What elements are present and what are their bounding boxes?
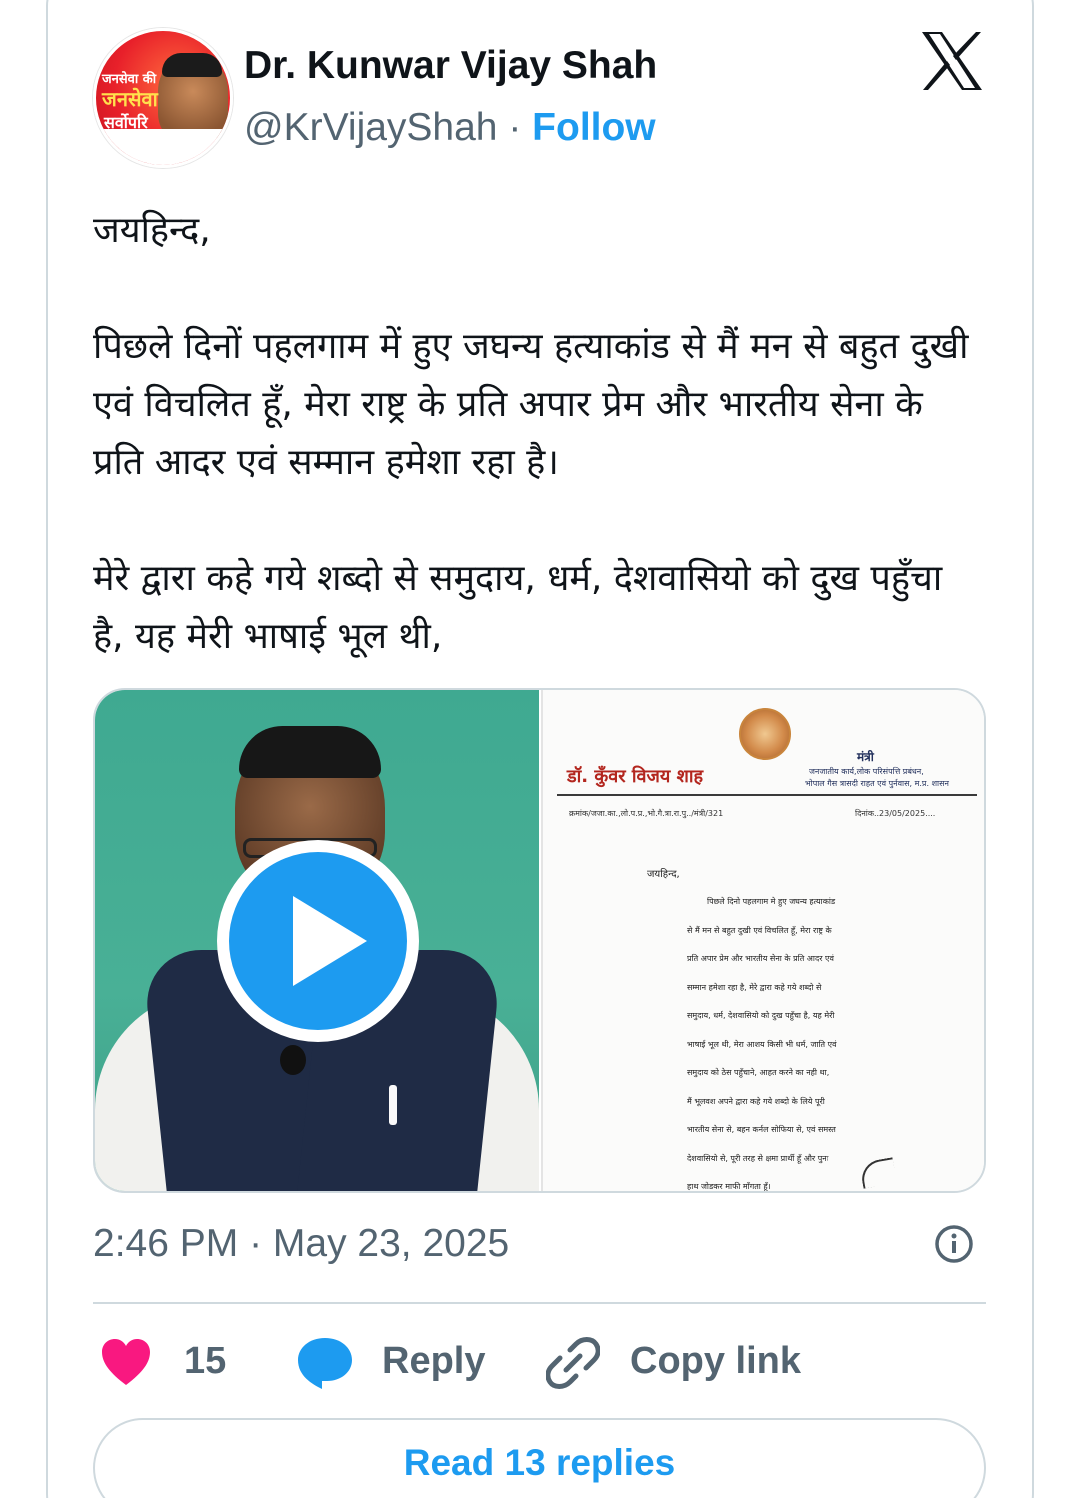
letter-divider	[557, 794, 977, 796]
reply-button[interactable]: Reply	[382, 1340, 485, 1383]
letter-greeting: जयहिन्द,	[647, 869, 680, 880]
author-handle-line: @KrVijayShah · Follow	[244, 106, 656, 150]
like-count[interactable]: 15	[184, 1340, 226, 1383]
video-figure-mic	[280, 1045, 306, 1075]
letter-line: पिछले दिनो पहलगाम मे हुए जघन्य हत्याकांड	[707, 897, 836, 906]
read-replies-label: Read 13 replies	[403, 1442, 676, 1483]
follow-button[interactable]: Follow	[532, 106, 655, 149]
reply-bubble-icon[interactable]	[296, 1336, 354, 1390]
copy-link-button[interactable]: Copy link	[630, 1340, 801, 1383]
letter-line: भाषाई भूल थी, मेरा आशय किसी भी धर्म, जात…	[687, 1039, 837, 1049]
letter-line: समुदाय को ठेस पहुँचाने, आहत करने का नही …	[687, 1068, 830, 1077]
read-replies-button[interactable]: Read 13 replies	[93, 1418, 986, 1498]
letter-line: सम्मान हमेशा रहा है, मेरे द्वारा कहे गये…	[687, 982, 822, 992]
letter-sender-name: डॉ. कुँवर विजय शाह	[567, 766, 704, 787]
heart-icon[interactable]	[100, 1337, 152, 1387]
letter-dept-line-1: जनजातीय कार्य,लोक परिसंपत्ति प्रबंधन,	[809, 767, 924, 776]
letter-reference: क्रमांक/जजा.का.,लो.प.प्र.,भो.गै.त्रा.रा.…	[569, 809, 724, 818]
handle-separator: ·	[497, 106, 533, 149]
author-avatar[interactable]: जनसेवा की जनसेवा सर्वोपरि	[93, 28, 233, 168]
avatar-caption-2: जनसेवा	[102, 87, 158, 111]
letter-line: मैं भूलवश अपने द्वारा कहे गये शब्दो के ल…	[687, 1096, 825, 1106]
author-handle[interactable]: @KrVijayShah	[244, 106, 498, 149]
letter-line: समुदाय, धर्म, देशवासियो को दुख पहुँचा है…	[687, 1011, 835, 1020]
letter-date: दिनांक..23/05/2025....	[855, 809, 936, 818]
tweet-timestamp[interactable]: 2:46 PM · May 23, 2025	[93, 1222, 509, 1266]
video-thumbnail[interactable]	[95, 690, 539, 1191]
letter-body: पिछले दिनो पहलगाम मे हुए जघन्य हत्याकांड…	[687, 888, 905, 1191]
video-figure-pen	[389, 1085, 397, 1125]
x-logo-icon[interactable]	[920, 30, 984, 92]
meta-divider	[93, 1302, 986, 1304]
tweet-paragraph-2: पिछले दिनों पहलगाम में हुए जघन्य हत्याका…	[93, 326, 969, 483]
letter-line: भारतीय सेना से, बहन कर्नल सोफिया से, एवं…	[687, 1125, 836, 1134]
play-icon[interactable]	[217, 840, 419, 1042]
letter-title: मंत्री	[857, 750, 874, 764]
letter-line: प्रति अपार प्रेम और भारतीय सेना के प्रति…	[687, 954, 834, 963]
letter-dept-line-2: भोपाल गैस त्रासदी राहत एवं पुर्नवास, म.प…	[805, 779, 949, 788]
video-figure-hair	[239, 726, 381, 778]
letter-image[interactable]: डॉ. कुँवर विजय शाह मंत्री जनजातीय कार्य,…	[541, 690, 984, 1191]
link-icon[interactable]	[546, 1336, 600, 1390]
tweet-text: जयहिन्द, पिछले दिनों पहलगाम में हुए जघन्…	[93, 202, 973, 666]
info-icon[interactable]	[934, 1224, 974, 1264]
letter-line: से मैं मन से बहुत दुखी एवं विचलित हूँ, म…	[687, 925, 832, 935]
avatar-hair	[162, 53, 222, 77]
author-name[interactable]: Dr. Kunwar Vijay Shah	[244, 44, 657, 88]
tweet-media[interactable]: डॉ. कुँवर विजय शाह मंत्री जनजातीय कार्य,…	[93, 688, 986, 1193]
tweet-paragraph-1: जयहिन्द,	[93, 210, 211, 251]
avatar-bottom-band	[96, 129, 230, 165]
state-emblem-icon	[739, 708, 791, 760]
tweet-paragraph-3: मेरे द्वारा कहे गये शब्दो से समुदाय, धर्…	[93, 558, 943, 657]
